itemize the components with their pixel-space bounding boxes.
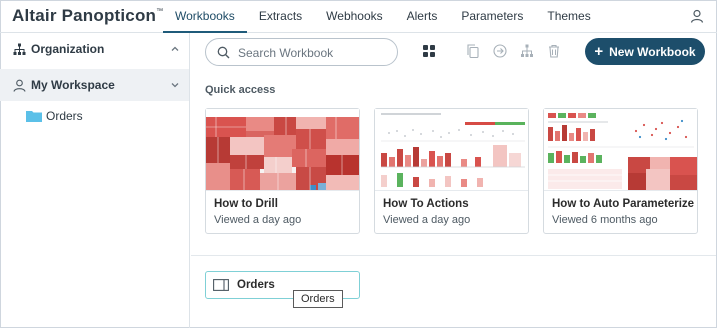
top-bar: Altair Panopticon™ Workbooks Extracts We… [0, 0, 717, 33]
sidebar: Organization My Workspace Orders [0, 33, 190, 328]
quick-access-title: Quick access [205, 84, 276, 96]
search-box[interactable] [205, 38, 398, 66]
folder-label: Orders [46, 109, 83, 123]
tab-alerts[interactable]: Alerts [395, 0, 450, 33]
tab-parameters[interactable]: Parameters [449, 0, 535, 33]
sidebar-item-organization[interactable]: Organization [0, 33, 189, 65]
hierarchy-icon[interactable] [520, 44, 534, 58]
tab-themes[interactable]: Themes [535, 0, 602, 33]
workbook-meta: Viewed a day ago [214, 214, 302, 226]
folder-icon [26, 111, 42, 122]
workbook-name: How to Drill [214, 198, 278, 210]
hierarchy-icon [13, 43, 26, 55]
chevron-down-icon[interactable] [170, 80, 180, 90]
tooltip: Orders [293, 290, 343, 308]
sidebar-item-label: My Workspace [31, 78, 115, 92]
search-icon [217, 46, 230, 59]
main-tabs: Workbooks Extracts Webhooks Alerts Param… [163, 0, 603, 33]
workbook-card-how-to-drill[interactable]: How to Drill Viewed a day ago [205, 108, 360, 234]
workbook-meta: Viewed 6 months ago [552, 214, 658, 226]
workbook-thumbnail [375, 109, 528, 191]
tab-workbooks[interactable]: Workbooks [163, 0, 247, 33]
workbook-thumbnail [206, 109, 359, 191]
new-workbook-button[interactable]: + New Workbook [585, 38, 705, 65]
tab-webhooks[interactable]: Webhooks [314, 0, 394, 33]
workbook-meta: Viewed a day ago [383, 214, 471, 226]
user-icon [13, 79, 26, 92]
workbook-name: How To Actions [383, 198, 469, 210]
search-input[interactable] [238, 44, 388, 61]
folder-card-label: Orders [237, 279, 275, 291]
move-icon[interactable] [493, 44, 507, 58]
app-logo: Altair Panopticon™ [12, 6, 164, 25]
tab-extracts[interactable]: Extracts [247, 0, 314, 33]
section-divider [191, 255, 716, 256]
workbook-card-how-to-actions[interactable]: How To Actions Viewed a day ago [374, 108, 529, 234]
sidebar-folder-orders[interactable]: Orders [26, 108, 83, 124]
workbook-name: How to Auto Parameterize [552, 198, 695, 210]
new-workbook-label: New Workbook [609, 44, 696, 59]
sidebar-item-my-workspace[interactable]: My Workspace [0, 69, 189, 101]
chevron-up-icon[interactable] [170, 44, 180, 54]
sidebar-item-label: Organization [31, 42, 105, 56]
grid-view-icon[interactable] [422, 44, 436, 58]
plus-icon: + [594, 43, 604, 60]
workbook-card-how-to-auto-parameterize[interactable]: How to Auto Parameterize Viewed 6 months… [543, 108, 698, 234]
folder-outline-icon [213, 279, 229, 291]
delete-icon[interactable] [547, 44, 561, 58]
workbook-thumbnail [544, 109, 697, 191]
user-icon[interactable] [690, 9, 704, 23]
copy-icon[interactable] [466, 44, 480, 58]
